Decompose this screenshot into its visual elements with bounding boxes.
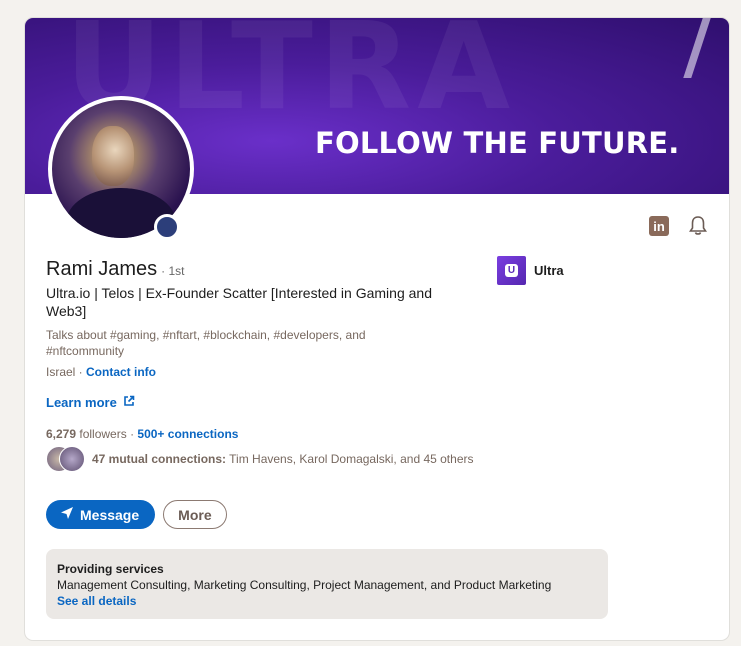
providing-services-box[interactable]: Providing services Management Consulting… xyxy=(46,549,608,619)
bell-icon[interactable] xyxy=(689,216,707,236)
mutual-connections[interactable]: 47 mutual connections: Tim Havens, Karol… xyxy=(46,446,474,472)
location: Israel xyxy=(46,365,76,379)
profile-card: ULTRA FOLLOW THE FUTURE. in Rami James · … xyxy=(25,18,729,640)
mutual-names: Tim Havens, Karol Domagalski, and 45 oth… xyxy=(229,452,474,466)
services-list: Management Consulting, Marketing Consult… xyxy=(57,578,552,592)
services-title: Providing services xyxy=(57,562,164,576)
top-icons: in xyxy=(649,216,707,236)
action-buttons: Message More xyxy=(46,500,227,529)
connection-degree: · 1st xyxy=(161,264,185,278)
learn-more-label: Learn more xyxy=(46,395,117,410)
followers-label: followers xyxy=(79,427,127,441)
profile-headline: Ultra.io | Telos | Ex-Founder Scatter [I… xyxy=(46,285,432,319)
mutual-avatar xyxy=(59,446,85,472)
company-name: Ultra xyxy=(534,263,564,278)
talks-about: Talks about #gaming, #nftart, #blockchai… xyxy=(46,328,366,358)
status-dot xyxy=(154,214,180,240)
contact-info-link[interactable]: Contact info xyxy=(86,365,156,379)
see-all-details-link[interactable]: See all details xyxy=(57,593,597,609)
company-logo: U xyxy=(497,256,526,285)
banner-tagline: FOLLOW THE FUTURE. xyxy=(315,126,680,160)
connections-link[interactable]: 500+ connections xyxy=(137,427,238,441)
more-button[interactable]: More xyxy=(163,500,227,529)
followers-sep: · xyxy=(126,427,138,441)
followers-line: 6,279 followers · 500+ connections xyxy=(46,427,238,441)
location-sep: · xyxy=(75,365,87,379)
learn-more-link[interactable]: Learn more xyxy=(46,395,135,410)
profile-name-text: Rami James xyxy=(46,258,158,280)
mutual-avatars xyxy=(46,446,85,472)
followers-count: 6,279 xyxy=(46,427,77,441)
more-label: More xyxy=(178,506,212,523)
company-logo-letter: U xyxy=(505,264,518,277)
current-company[interactable]: U Ultra xyxy=(497,256,564,285)
linkedin-icon[interactable]: in xyxy=(649,216,669,236)
external-link-icon xyxy=(123,395,135,410)
message-button[interactable]: Message xyxy=(46,500,156,529)
send-icon xyxy=(60,506,74,523)
mutual-count: 47 mutual connections: xyxy=(92,452,227,466)
banner-slash xyxy=(683,18,711,78)
mutual-text: 47 mutual connections: Tim Havens, Karol… xyxy=(92,452,474,466)
profile-name: Rami James · 1st xyxy=(46,258,184,281)
avatar-face xyxy=(92,126,134,186)
message-label: Message xyxy=(80,506,140,523)
location-line: Israel · Contact info xyxy=(46,365,156,379)
